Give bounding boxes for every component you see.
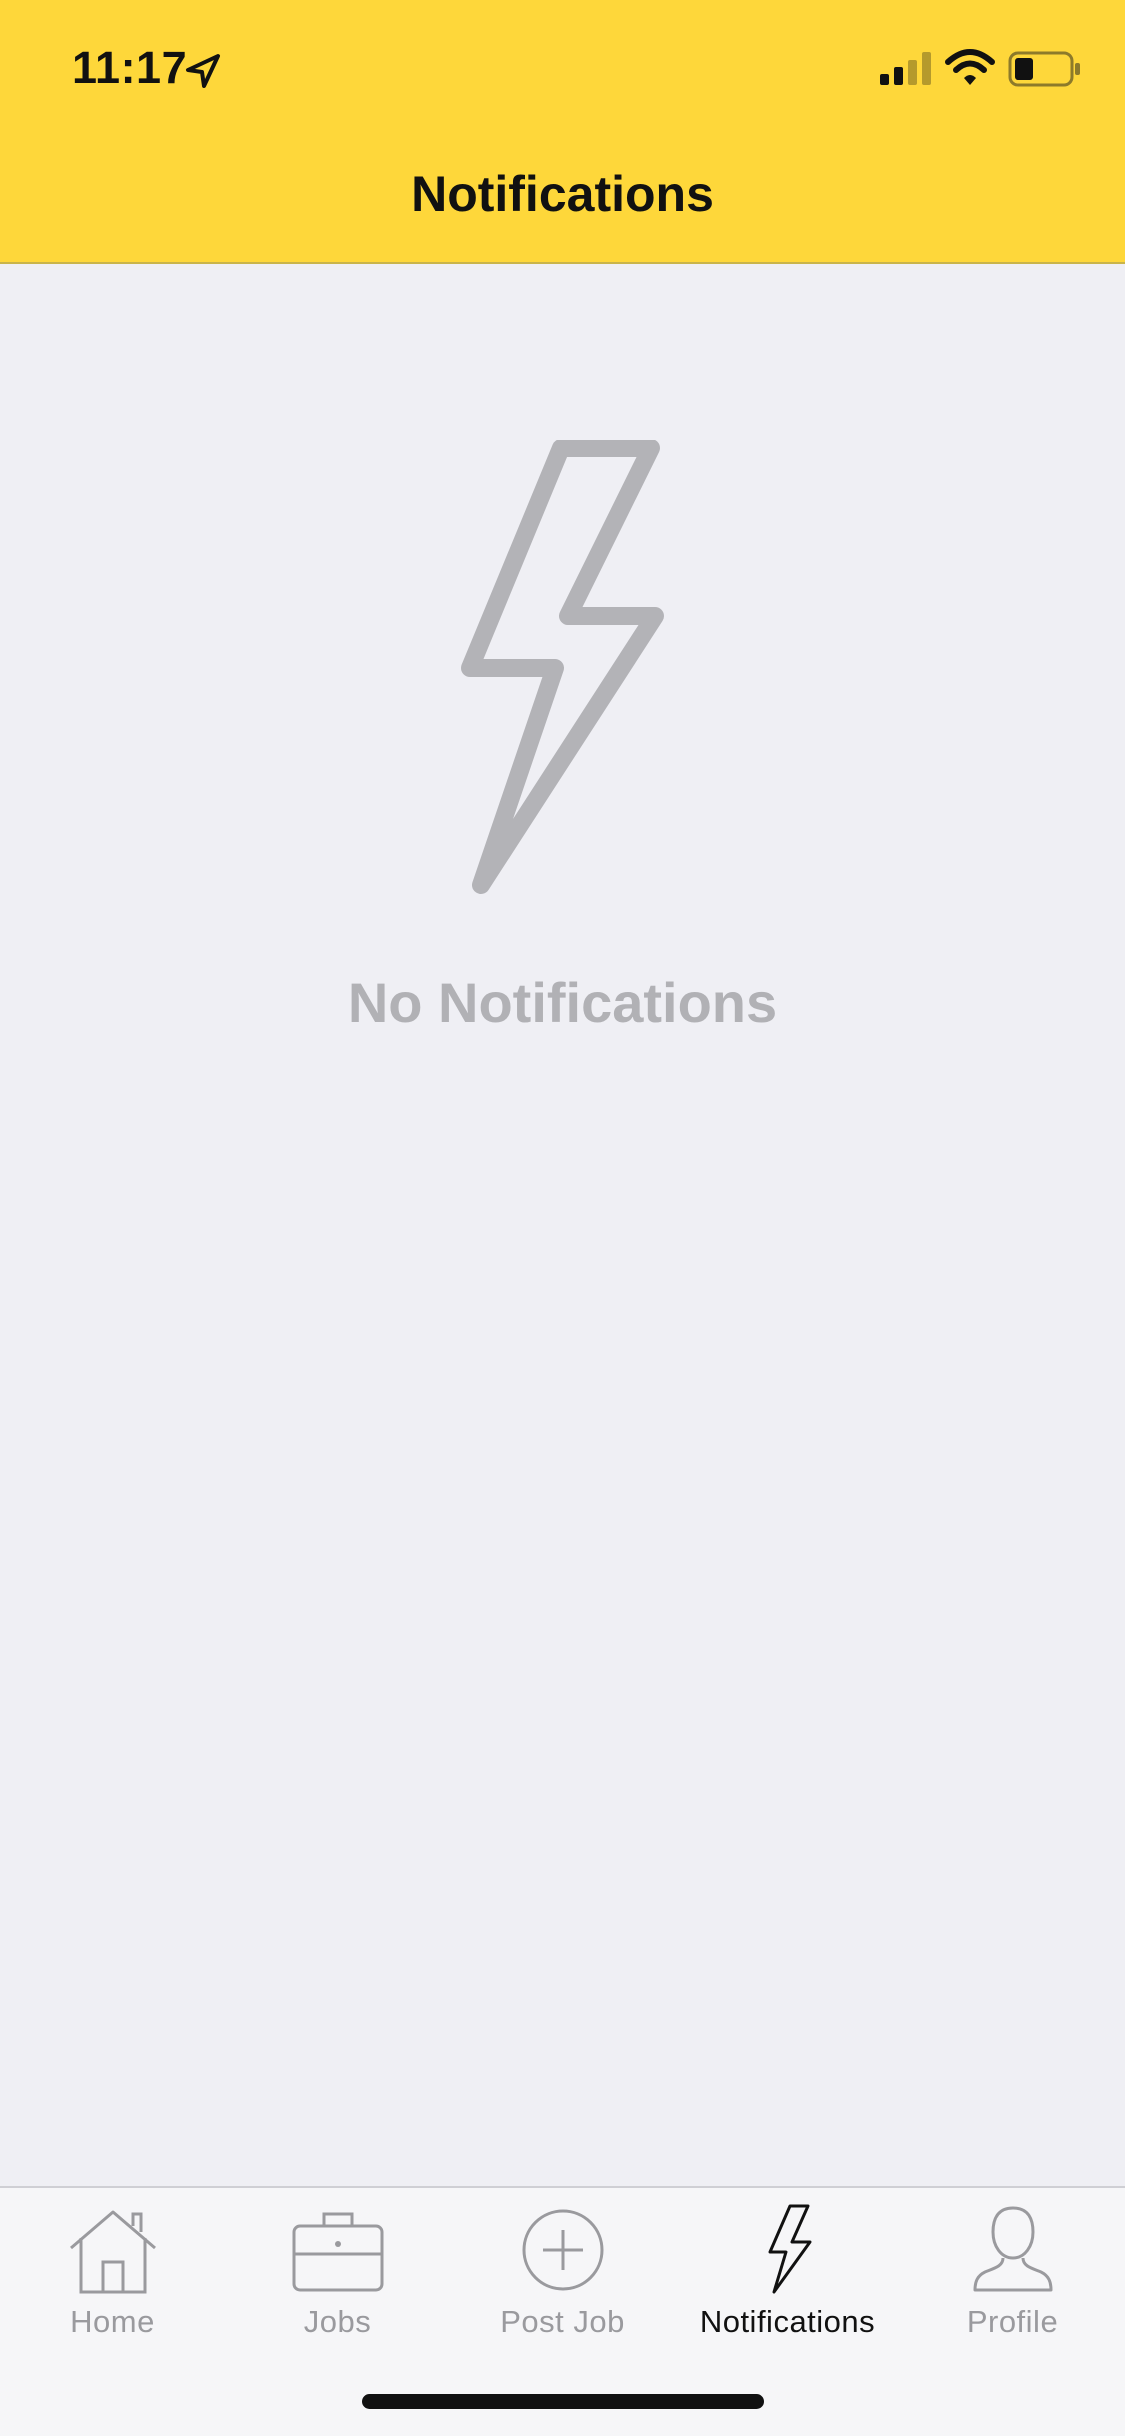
tab-home[interactable]: Home [0, 2202, 225, 2352]
empty-state-message: No Notifications [347, 971, 778, 1034]
tab-label-notifications: Notifications [699, 2304, 876, 2339]
status-time: 11:17 [72, 42, 188, 93]
tab-label-profile: Profile [966, 2304, 1059, 2339]
house-icon [69, 2210, 156, 2294]
wifi-icon [945, 49, 995, 85]
top-header: 11:17 Notifications [0, 0, 1125, 264]
tab-label-home: Home [70, 2304, 155, 2339]
location-arrow-icon [186, 54, 220, 88]
lightning-bolt-icon [461, 440, 664, 894]
tab-jobs[interactable]: Jobs [225, 2202, 450, 2352]
page-title: Notifications [411, 166, 714, 222]
person-icon [973, 2206, 1052, 2292]
home-indicator[interactable] [362, 2394, 764, 2409]
tab-post-job[interactable]: Post Job [450, 2202, 675, 2352]
cellular-signal-icon [880, 52, 931, 85]
lightning-bolt-icon [768, 2204, 811, 2294]
tab-notifications[interactable]: Notifications [675, 2202, 900, 2352]
tab-label-post-job: Post Job [500, 2304, 625, 2339]
tab-profile[interactable]: Profile [900, 2202, 1125, 2352]
briefcase-icon [292, 2212, 383, 2292]
plus-circle-icon [522, 2209, 603, 2291]
battery-icon [1008, 51, 1080, 87]
tab-label-jobs: Jobs [303, 2304, 372, 2339]
